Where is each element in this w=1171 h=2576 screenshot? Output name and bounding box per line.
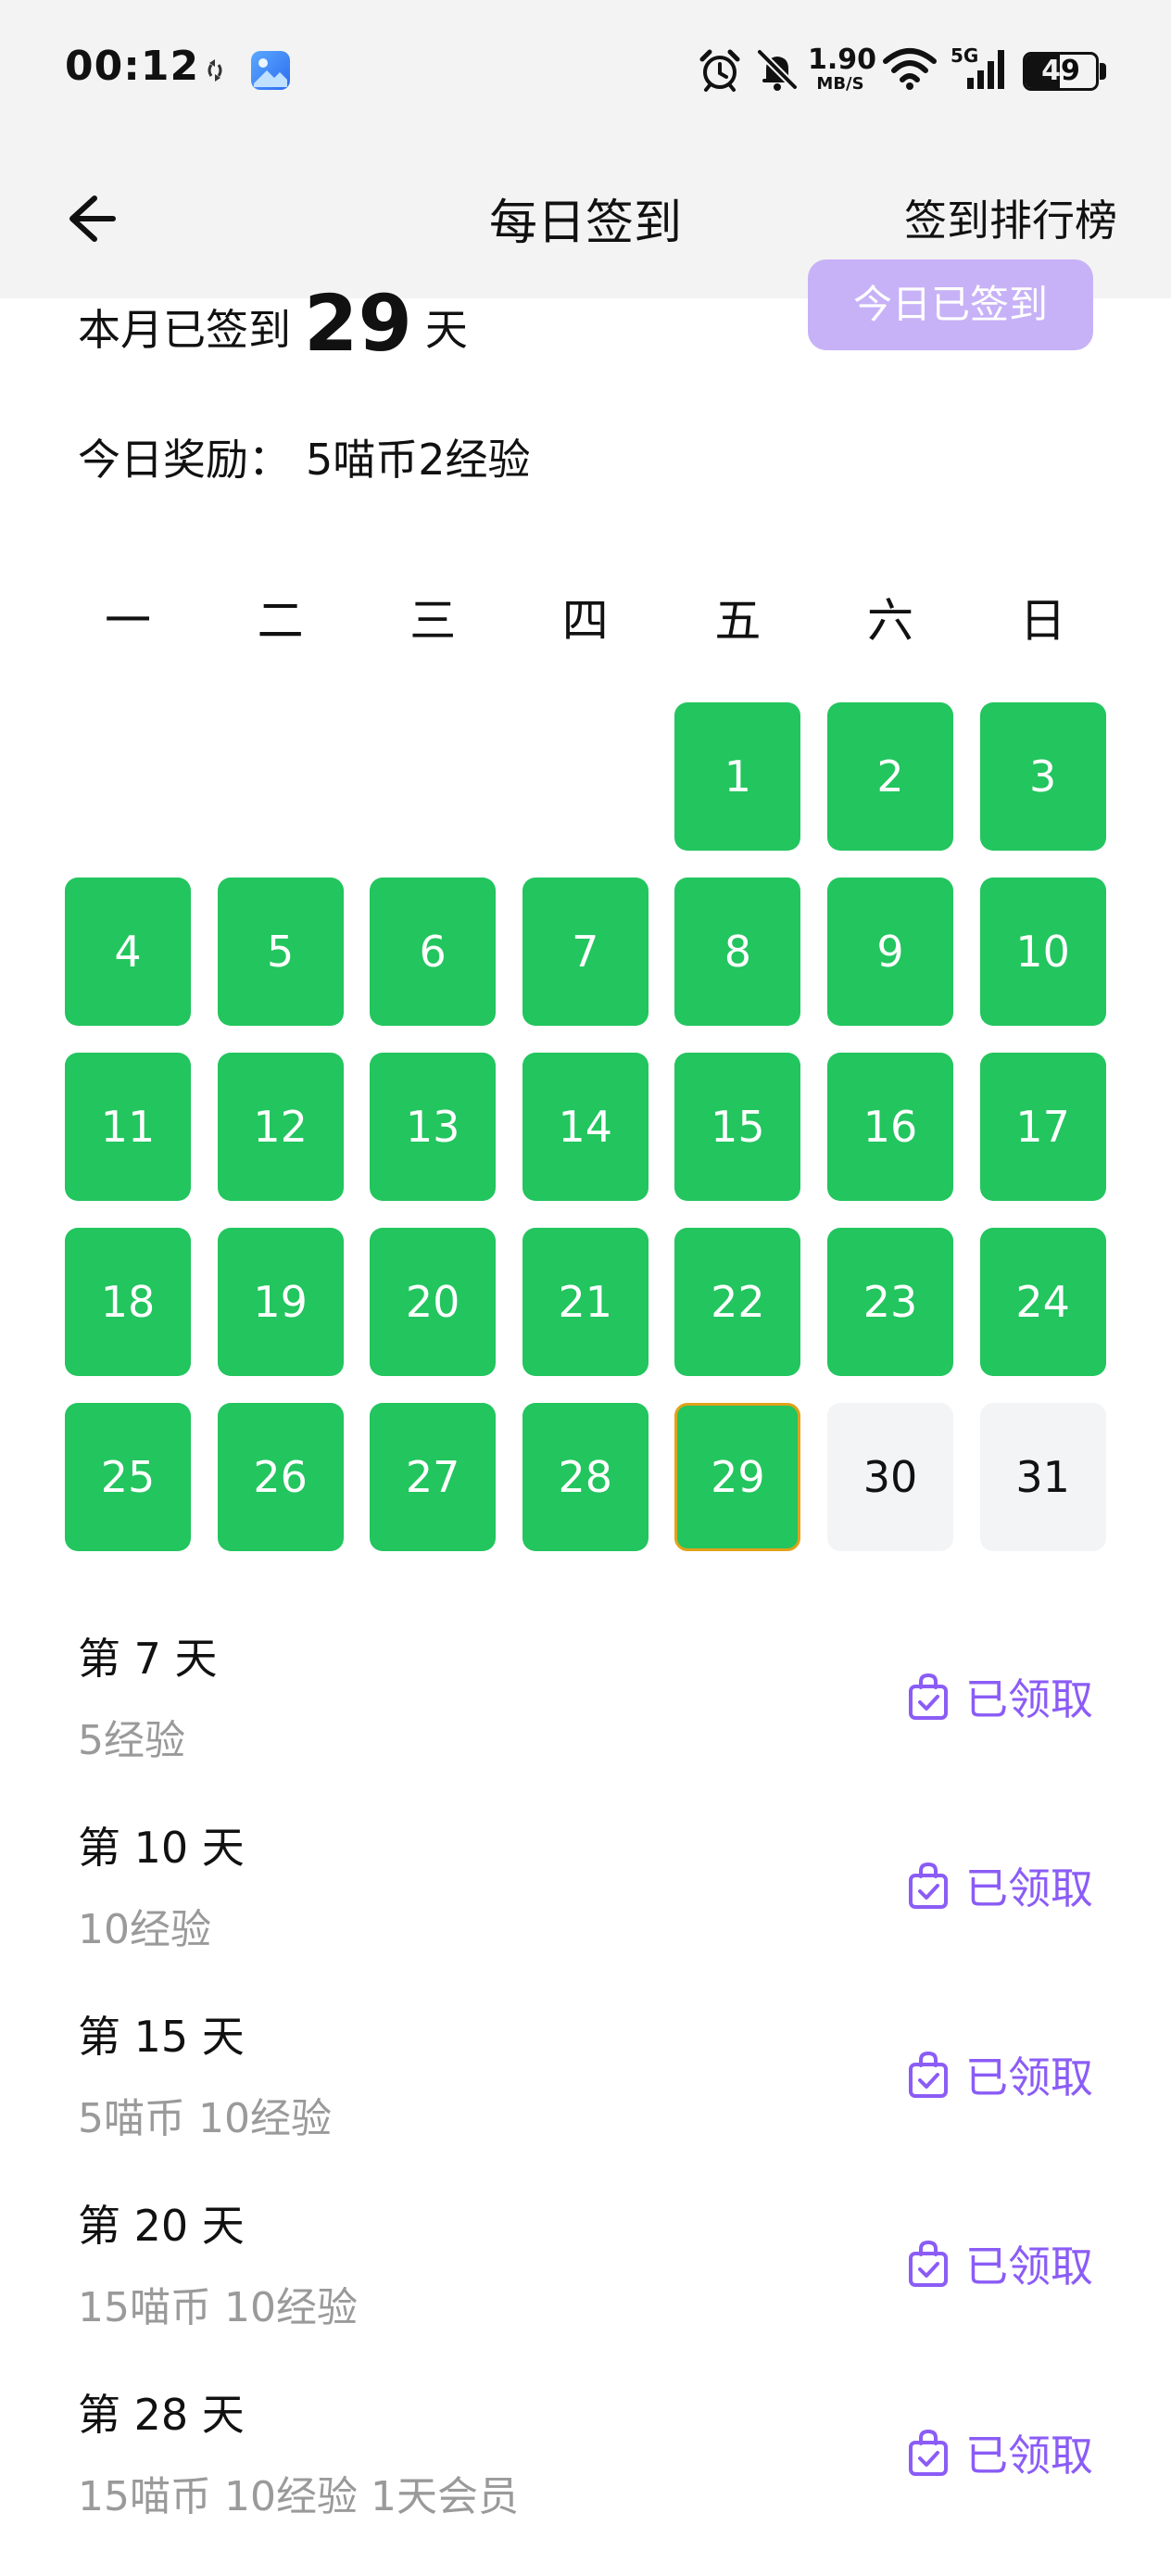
weekday-label: 一 <box>105 594 151 648</box>
calendar-day-today[interactable]: 29 <box>674 1403 801 1551</box>
reward-day: 第 7 天 <box>78 1634 218 1684</box>
calendar-day[interactable]: 16 <box>827 1053 953 1201</box>
calendar-day[interactable]: 30 <box>827 1403 953 1551</box>
sign-in-ranking-link[interactable]: 签到排行榜 <box>904 187 1117 248</box>
claim-status[interactable]: 已领取 <box>906 2042 1093 2107</box>
calendar-day[interactable]: 5 <box>217 878 344 1026</box>
month-sign-summary: 本月已签到 29 天 <box>78 278 468 369</box>
claim-status-label: 已领取 <box>965 2241 1093 2292</box>
reward-day: 第 20 天 <box>78 2201 245 2251</box>
calendar-day[interactable]: 17 <box>979 1053 1106 1201</box>
status-bar: 00:12 1.90 MB/S 5G 49 <box>0 0 1171 139</box>
weekday-label: 二 <box>257 594 304 648</box>
today-reward-label: 今日奖励： <box>78 435 291 485</box>
claim-status[interactable]: 已领取 <box>906 1853 1093 1918</box>
calendar-day[interactable]: 11 <box>65 1053 191 1201</box>
sync-icon <box>208 59 222 82</box>
weekday-label: 五 <box>714 594 762 648</box>
calendar-day[interactable]: 10 <box>979 878 1106 1026</box>
battery-nub <box>1100 63 1106 80</box>
claim-status-label: 已领取 <box>965 1863 1093 1913</box>
gift-bag-check-icon <box>909 1673 948 1720</box>
reward-row: 第 20 天 15喵币 10经验 已领取 <box>78 2192 1093 2368</box>
sign-calendar: 1 2 3 4 5 6 7 8 9 10 11 12 13 14 15 16 17 18 19 20 21 22 23 24 2… <box>65 702 1106 1555</box>
reward-description: 15喵币 10经验 1天会员 <box>78 2473 519 2520</box>
battery-indicator: 49 <box>1023 52 1099 91</box>
gift-bag-check-icon <box>909 1862 948 1909</box>
calendar-day[interactable]: 14 <box>522 1053 648 1201</box>
reward-row: 第 10 天 10经验 已领取 <box>78 1814 1093 1990</box>
gift-bag-check-icon <box>909 2429 948 2476</box>
calendar-day[interactable]: 25 <box>65 1403 191 1551</box>
reward-row: 第 7 天 5经验 已领取 <box>78 1625 1093 1801</box>
calendar-day[interactable]: 6 <box>370 878 497 1026</box>
reward-description: 15喵币 10经验 <box>78 2284 358 2331</box>
calendar-day[interactable]: 28 <box>522 1403 648 1551</box>
claim-status-label: 已领取 <box>965 1674 1093 1724</box>
gallery-app-icon <box>251 51 290 90</box>
calendar-day[interactable]: 19 <box>217 1228 344 1376</box>
claim-status[interactable]: 已领取 <box>906 2231 1093 2296</box>
sign-in-button[interactable]: 今日已签到 <box>808 259 1093 350</box>
calendar-day[interactable]: 24 <box>979 1228 1106 1376</box>
weekday-label: 日 <box>1019 594 1066 648</box>
reward-description: 5喵币 10经验 <box>78 2095 332 2142</box>
gift-bag-check-icon <box>909 2051 948 2098</box>
reward-row: 第 28 天 15喵币 10经验 1天会员 已领取 <box>78 2381 1093 2557</box>
wifi-icon <box>883 48 937 90</box>
reward-description: 10经验 <box>78 1906 211 1953</box>
calendar-day[interactable]: 15 <box>674 1053 801 1201</box>
calendar-day[interactable]: 2 <box>827 702 953 851</box>
calendar-day[interactable]: 23 <box>827 1228 953 1376</box>
calendar-day[interactable]: 26 <box>217 1403 344 1551</box>
calendar-day[interactable]: 1 <box>674 702 801 851</box>
calendar-day[interactable]: 18 <box>65 1228 191 1376</box>
calendar-day[interactable]: 21 <box>522 1228 648 1376</box>
reward-day: 第 28 天 <box>78 2390 245 2440</box>
calendar-day[interactable]: 3 <box>979 702 1106 851</box>
reward-day: 第 10 天 <box>78 1823 245 1873</box>
calendar-day[interactable]: 27 <box>370 1403 497 1551</box>
claim-status[interactable]: 已领取 <box>906 2420 1093 2485</box>
calendar-day[interactable]: 4 <box>65 878 191 1026</box>
claim-status[interactable]: 已领取 <box>906 1664 1093 1729</box>
alarm-icon <box>699 49 740 92</box>
status-time: 00:12 <box>65 43 200 90</box>
calendar-day[interactable]: 20 <box>370 1228 497 1376</box>
weekday-label: 四 <box>561 594 609 648</box>
network-speed: 1.90 MB/S <box>808 44 877 94</box>
calendar-day[interactable]: 12 <box>217 1053 344 1201</box>
reward-description: 5经验 <box>78 1717 185 1764</box>
calendar-day[interactable]: 8 <box>674 878 801 1026</box>
mute-bell-icon <box>757 49 798 91</box>
claim-status-label: 已领取 <box>965 2431 1093 2481</box>
reward-row: 第 15 天 5喵币 10经验 已领取 <box>78 2003 1093 2179</box>
weekday-label: 三 <box>409 594 457 648</box>
battery-level: 49 <box>1041 55 1080 87</box>
sign-count: 29 <box>304 278 412 369</box>
signal-strength-icon <box>967 50 1004 89</box>
today-reward: 今日奖励： 5喵币2经验 <box>78 426 531 487</box>
calendar-day[interactable]: 9 <box>827 878 953 1026</box>
gift-bag-check-icon <box>909 2240 948 2287</box>
today-reward-value: 5喵币2经验 <box>306 435 531 485</box>
reward-day: 第 15 天 <box>78 2012 245 2062</box>
claim-status-label: 已领取 <box>965 2052 1093 2102</box>
calendar-day[interactable]: 7 <box>522 878 648 1026</box>
month-summary-prefix: 本月已签到 <box>78 305 291 355</box>
weekday-label: 六 <box>867 594 913 648</box>
calendar-day[interactable]: 31 <box>979 1403 1106 1551</box>
calendar-day[interactable]: 13 <box>370 1053 497 1201</box>
month-summary-suffix: 天 <box>424 305 468 355</box>
weekday-header: 一二三四五六日 <box>65 575 1106 658</box>
calendar-day[interactable]: 22 <box>674 1228 801 1376</box>
